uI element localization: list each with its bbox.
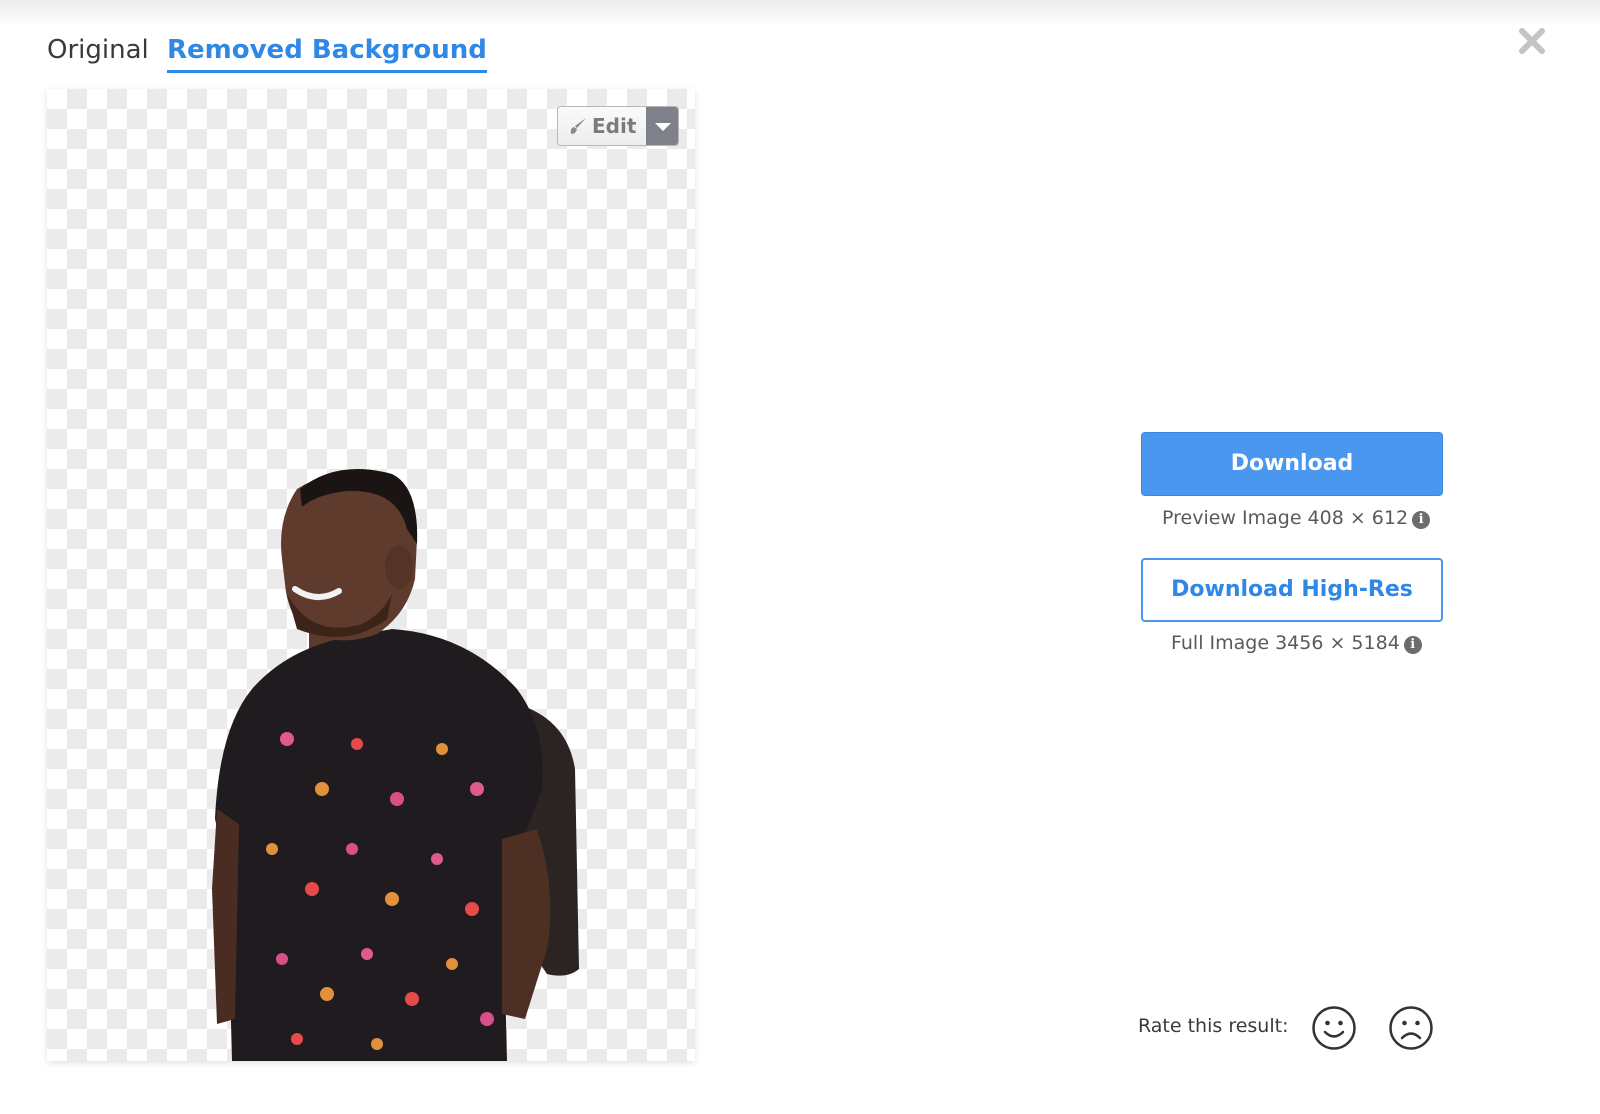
rate-sad-button[interactable]: [1388, 1005, 1434, 1051]
rate-happy-button[interactable]: [1311, 1005, 1357, 1051]
caret-down-icon[interactable]: [646, 107, 678, 145]
tab-original[interactable]: Original: [47, 30, 149, 70]
download-high-res-button[interactable]: Download High-Res: [1141, 558, 1443, 622]
full-image-size: Full Image 3456 × 5184: [1171, 632, 1400, 654]
close-button[interactable]: [1515, 24, 1549, 58]
edit-button[interactable]: Edit: [558, 107, 646, 145]
smiley-face-icon: [1312, 1006, 1356, 1050]
full-image-caption: Full Image 3456 × 5184 i: [1171, 631, 1422, 655]
preview-image-caption: Preview Image 408 × 612 i: [1162, 506, 1431, 530]
info-icon[interactable]: i: [1403, 636, 1422, 654]
cutout-person-image: [212, 469, 579, 1061]
download-button[interactable]: Download: [1141, 432, 1443, 496]
active-tab-underline: [167, 70, 487, 73]
top-shadow: [0, 0, 1600, 26]
info-icon[interactable]: i: [1412, 511, 1431, 529]
image-preview-panel: Edit: [47, 89, 695, 1061]
sad-face-icon: [1389, 1006, 1433, 1050]
rate-result-label: Rate this result:: [1138, 1015, 1289, 1037]
tab-removed-background[interactable]: Removed Background: [167, 30, 487, 73]
edit-button-label: Edit: [592, 114, 637, 138]
tab-removed-background-label: Removed Background: [167, 35, 487, 65]
close-icon: [1519, 28, 1545, 54]
preview-image-size: Preview Image 408 × 612: [1162, 507, 1409, 529]
brush-icon: [570, 118, 586, 134]
edit-button-group: Edit: [557, 106, 679, 146]
